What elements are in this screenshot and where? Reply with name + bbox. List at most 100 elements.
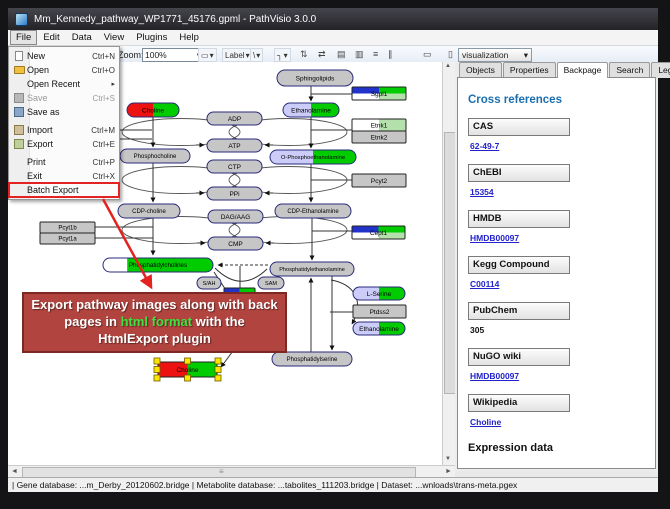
pathway-node-pcyt2[interactable]: Pcyt2 bbox=[352, 174, 406, 187]
pathway-node-pcyt1a[interactable]: Pcyt1a bbox=[40, 233, 95, 244]
pathway-node-s-ah[interactable]: S/AH bbox=[197, 277, 221, 289]
line-tool-button[interactable]: \▾ bbox=[250, 48, 263, 62]
selection-handle[interactable] bbox=[154, 375, 160, 381]
selection-handle[interactable] bbox=[215, 367, 221, 373]
file-menu-item-export[interactable]: ExportCtrl+E bbox=[9, 137, 119, 151]
datanode-type-button[interactable]: ▭▾ bbox=[198, 48, 217, 62]
pathway-node-phosphatidylethanolamine[interactable]: Phosphatidylethanolamine bbox=[270, 262, 354, 276]
chevron-down-icon[interactable]: ▾ bbox=[246, 51, 250, 60]
align-horizontal-center-icon[interactable]: ⇄ bbox=[318, 49, 326, 60]
pathway-node-l-serine[interactable]: L-Serine bbox=[353, 287, 405, 300]
pathway-node-ethanolamine[interactable]: Ethanolamine bbox=[283, 103, 339, 117]
title-bar[interactable]: Mm_Kennedy_pathway_WP1771_45176.gpml - P… bbox=[8, 8, 658, 30]
tab-objects[interactable]: Objects bbox=[459, 62, 502, 78]
pathway-node-choline[interactable]: Choline bbox=[154, 358, 221, 381]
canvas-vertical-scrollbar[interactable]: ▲ ▼ bbox=[442, 62, 455, 465]
selection-handle[interactable] bbox=[154, 358, 160, 364]
selection-handle[interactable] bbox=[185, 358, 191, 364]
xref-link[interactable]: Choline bbox=[470, 417, 501, 427]
pathway-node-atp[interactable]: ATP bbox=[207, 139, 262, 152]
pathway-node-adp[interactable]: ADP bbox=[207, 112, 262, 125]
pathway-node-ptdss2[interactable]: Ptdss2 bbox=[353, 305, 406, 318]
svg-text:DAG/AAG: DAG/AAG bbox=[221, 214, 251, 221]
xref-link[interactable]: HMDB00097 bbox=[470, 233, 519, 243]
stack-horizontal-icon[interactable]: ▥ bbox=[355, 49, 364, 60]
tab-backpage[interactable]: Backpage bbox=[557, 62, 609, 78]
pathway-node-cdp-choline[interactable]: CDP-choline bbox=[118, 204, 180, 218]
xref-link[interactable]: 62-49-7 bbox=[470, 141, 499, 151]
chevron-down-icon[interactable]: ▾ bbox=[524, 50, 528, 61]
xref-link[interactable]: HMDB00097 bbox=[470, 371, 519, 381]
file-menu-item-batch-export[interactable]: Batch Export bbox=[9, 183, 119, 197]
chevron-down-icon[interactable]: ▾ bbox=[284, 51, 288, 60]
chevron-down-icon[interactable]: ▾ bbox=[256, 51, 260, 60]
pathway-node-choline[interactable]: Choline bbox=[127, 103, 179, 117]
selection-handle[interactable] bbox=[185, 375, 191, 381]
pathway-node-pcyt1b[interactable]: Pcyt1b bbox=[40, 222, 95, 233]
menubar-item-edit[interactable]: Edit bbox=[37, 30, 65, 45]
zoom-combo[interactable]: 100% ▾ bbox=[142, 48, 204, 62]
file-menu-item-open-recent[interactable]: Open Recent▸ bbox=[9, 77, 119, 91]
label-tool-button[interactable]: Label▾ bbox=[222, 48, 253, 62]
stack-vertical-icon[interactable]: ▤ bbox=[337, 49, 346, 60]
scroll-left-icon[interactable]: ◄ bbox=[11, 468, 18, 475]
svg-text:Phosphatidylcholines: Phosphatidylcholines bbox=[129, 262, 187, 269]
selection-handle[interactable] bbox=[215, 375, 221, 381]
datanode-type-icon: ▭ bbox=[201, 51, 209, 60]
visualization-combo[interactable]: visualization ▾ bbox=[458, 48, 532, 62]
pathway-node-sphingolipids[interactable]: Sphingolipids bbox=[277, 70, 353, 86]
file-menu-item-open[interactable]: OpenCtrl+O bbox=[9, 63, 119, 77]
xref-link[interactable]: C00114 bbox=[470, 279, 499, 289]
menubar-item-help[interactable]: Help bbox=[173, 30, 205, 45]
pathway-node-ctp[interactable]: CTP bbox=[207, 160, 262, 173]
align-vertical-center-icon[interactable]: ⇅ bbox=[300, 49, 308, 60]
pathway-node-ppi[interactable]: PPi bbox=[207, 187, 262, 200]
file-menu-item-exit[interactable]: ExitCtrl+X bbox=[9, 169, 119, 183]
pathway-node-phosphocholine[interactable]: Phosphocholine bbox=[120, 149, 190, 163]
pathway-node-ethanolamine[interactable]: Ethanolamine bbox=[353, 322, 405, 335]
menubar-item-view[interactable]: View bbox=[98, 30, 130, 45]
svg-text:CDP-Ethanolamine: CDP-Ethanolamine bbox=[287, 209, 339, 215]
file-menu-item-print[interactable]: PrintCtrl+P bbox=[9, 155, 119, 169]
menubar-item-file[interactable]: File bbox=[10, 30, 37, 45]
scroll-grip-icon: ≡ bbox=[219, 467, 224, 476]
distribute-icon[interactable]: ∥ bbox=[388, 49, 393, 60]
cross-references-heading: Cross references bbox=[468, 94, 645, 106]
pathway-node-cept1[interactable]: Cept1 bbox=[352, 226, 405, 239]
file-menu-item-new[interactable]: NewCtrl+N bbox=[9, 49, 119, 63]
pathway-node-cmp[interactable]: CMP bbox=[208, 237, 263, 250]
pathway-node-dag-aag[interactable]: DAG/AAG bbox=[208, 210, 263, 223]
connector-tool-button[interactable]: ┐▾ bbox=[274, 48, 291, 62]
connector-tool-icon: ┐ bbox=[277, 51, 283, 60]
svg-text:Phosphocholine: Phosphocholine bbox=[134, 154, 177, 160]
pathway-node-sgpl1[interactable]: Sgpl1 bbox=[352, 87, 406, 100]
fit-height-icon[interactable]: ▯ bbox=[448, 49, 453, 60]
selection-handle[interactable] bbox=[215, 358, 221, 364]
chevron-down-icon[interactable]: ▾ bbox=[210, 51, 214, 60]
callout-highlight: html format bbox=[121, 314, 193, 329]
status-bar: | Gene database: ...m_Derby_20120602.bri… bbox=[8, 477, 658, 492]
pathway-node-cdp-ethanolamine[interactable]: CDP-Ethanolamine bbox=[275, 204, 351, 218]
tab-legend[interactable]: Legend bbox=[651, 62, 670, 78]
file-menu-item-save-as[interactable]: Save as bbox=[9, 105, 119, 119]
scroll-up-icon[interactable]: ▲ bbox=[445, 63, 451, 69]
file-menu-item-import[interactable]: ImportCtrl+M bbox=[9, 123, 119, 137]
tab-properties[interactable]: Properties bbox=[503, 62, 556, 78]
fit-width-icon[interactable]: ▭ bbox=[423, 49, 432, 60]
scroll-down-icon[interactable]: ▼ bbox=[445, 456, 451, 462]
xref-link[interactable]: 15354 bbox=[470, 187, 494, 197]
pathway-node-phosphatidylserine[interactable]: Phosphatidylserine bbox=[272, 352, 352, 366]
tab-search[interactable]: Search bbox=[609, 62, 650, 78]
pathway-node-etnk2[interactable]: Etnk2 bbox=[352, 131, 406, 143]
scroll-right-icon[interactable]: ► bbox=[445, 468, 452, 475]
pathway-node-sam[interactable]: SAM bbox=[258, 277, 284, 289]
common-size-icon[interactable]: ≡ bbox=[373, 49, 378, 59]
visualization-value: visualization bbox=[462, 50, 508, 60]
menubar-item-data[interactable]: Data bbox=[66, 30, 98, 45]
canvas-horizontal-scrollbar[interactable]: ◄ ≡ ► bbox=[8, 465, 455, 477]
menubar-item-plugins[interactable]: Plugins bbox=[130, 30, 173, 45]
pathway-node-o-phosphoethanolamine[interactable]: O-Phosphoethanolamine bbox=[270, 150, 356, 164]
pathway-node-etnk1[interactable]: Etnk1 bbox=[352, 119, 406, 131]
selection-handle[interactable] bbox=[154, 367, 160, 373]
pathway-node-phosphatidylcholines[interactable]: Phosphatidylcholines bbox=[103, 258, 213, 272]
